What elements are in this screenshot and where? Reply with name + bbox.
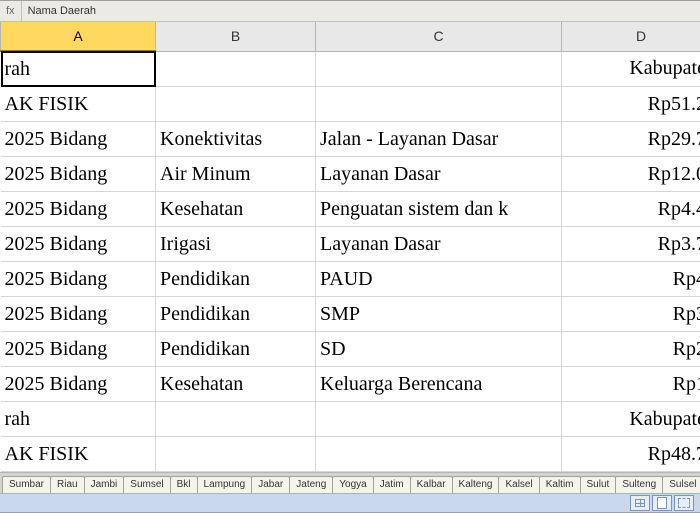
- sheet-tab[interactable]: Sulut: [580, 476, 617, 493]
- cell-A[interactable]: rah: [1, 51, 156, 87]
- sheet-tab[interactable]: Yogya: [332, 476, 373, 493]
- cell-A[interactable]: 2025 Bidang: [1, 122, 156, 157]
- column-header-row: A B C D: [1, 22, 700, 51]
- cell-B[interactable]: Pendidikan: [156, 332, 316, 367]
- table-row: 2025 BidangKesehatanPenguatan sistem dan…: [1, 192, 700, 227]
- cell-B[interactable]: Kesehatan: [156, 367, 316, 402]
- cell-C[interactable]: [316, 402, 562, 437]
- table-row: 2025 BidangKonektivitasJalan - Layanan D…: [1, 122, 700, 157]
- table-row: 2025 BidangAir MinumLayanan DasarRp12.04: [1, 157, 700, 192]
- page-break-view-icon[interactable]: [674, 495, 694, 511]
- sheet-tab[interactable]: Kalbar: [410, 476, 453, 493]
- cell-C[interactable]: Penguatan sistem dan k: [316, 192, 562, 227]
- cell-C[interactable]: Jalan - Layanan Dasar: [316, 122, 562, 157]
- table-row: 2025 BidangIrigasiLayanan DasarRp3.79: [1, 227, 700, 262]
- table-row: 2025 BidangKesehatanKeluarga BerencanaRp…: [1, 367, 700, 402]
- cell-C[interactable]: PAUD: [316, 262, 562, 297]
- cell-D[interactable]: Kabupaten: [562, 51, 700, 87]
- sheet-tab[interactable]: Jatim: [373, 476, 411, 493]
- sheet-tab[interactable]: Bkl: [170, 476, 198, 493]
- cell-D[interactable]: Rp29.75: [562, 122, 700, 157]
- cell-A[interactable]: rah: [1, 402, 156, 437]
- cell-D[interactable]: Rp3.79: [562, 227, 700, 262]
- sheet-tab[interactable]: Kaltim: [539, 476, 581, 493]
- window-frame: fx Nama Daerah A B C D rahKabupatenAK FI…: [0, 0, 700, 513]
- cell-B[interactable]: Irigasi: [156, 227, 316, 262]
- column-header-D[interactable]: D: [562, 22, 700, 51]
- cell-C[interactable]: SD: [316, 332, 562, 367]
- cell-D[interactable]: Rp46: [562, 262, 700, 297]
- cell-B[interactable]: [156, 87, 316, 122]
- cell-B[interactable]: Pendidikan: [156, 297, 316, 332]
- cell-C[interactable]: Layanan Dasar: [316, 227, 562, 262]
- cell-A[interactable]: AK FISIK: [1, 87, 156, 122]
- cell-C[interactable]: [316, 51, 562, 87]
- sheet-tab[interactable]: Jambi: [84, 476, 125, 493]
- cell-B[interactable]: [156, 437, 316, 472]
- table-row: 2025 BidangPendidikanSDRp26: [1, 332, 700, 367]
- cell-C[interactable]: Layanan Dasar: [316, 157, 562, 192]
- formula-content[interactable]: Nama Daerah: [22, 5, 96, 17]
- sheet-tab[interactable]: Sulsel: [662, 476, 700, 493]
- cell-B[interactable]: Air Minum: [156, 157, 316, 192]
- page-layout-view-icon[interactable]: [652, 495, 672, 511]
- column-header-A[interactable]: A: [1, 22, 156, 51]
- formula-bar: fx Nama Daerah: [0, 1, 700, 22]
- column-header-C[interactable]: C: [316, 22, 562, 51]
- cell-D[interactable]: Kabupaten: [562, 402, 700, 437]
- sheet-tab[interactable]: Sumsel: [123, 476, 170, 493]
- cell-A[interactable]: 2025 Bidang: [1, 192, 156, 227]
- sheet-tab[interactable]: Sumbar: [2, 476, 51, 493]
- spreadsheet-grid[interactable]: A B C D rah Kabupaten AK FISIK Rp51.24 2025…: [0, 22, 700, 472]
- cell-B[interactable]: Konektivitas: [156, 122, 316, 157]
- table-row: 2025 BidangPendidikanSMPRp30: [1, 297, 700, 332]
- table-row: AK FISIK Rp48.73: [1, 437, 700, 472]
- cell-B[interactable]: Pendidikan: [156, 262, 316, 297]
- table-row: AK FISIK Rp51.24: [1, 87, 700, 122]
- cell-C[interactable]: SMP: [316, 297, 562, 332]
- fx-icon[interactable]: fx: [0, 1, 22, 21]
- table-row: 2025 BidangPendidikanPAUDRp46: [1, 262, 700, 297]
- normal-view-icon[interactable]: [630, 495, 650, 511]
- sheet-tab[interactable]: Jabar: [251, 476, 290, 493]
- cell-D[interactable]: Rp26: [562, 332, 700, 367]
- cell-D[interactable]: Rp4.48: [562, 192, 700, 227]
- cell-D[interactable]: Rp30: [562, 297, 700, 332]
- cell-A[interactable]: 2025 Bidang: [1, 367, 156, 402]
- sheet-tab[interactable]: Riau: [50, 476, 85, 493]
- status-bar: [0, 493, 700, 512]
- cell-B[interactable]: [156, 402, 316, 437]
- table-row: rah Kabupaten: [1, 402, 700, 437]
- cell-B[interactable]: [156, 51, 316, 87]
- sheet-tab[interactable]: Lampung: [197, 476, 253, 493]
- cell-D[interactable]: Rp51.24: [562, 87, 700, 122]
- sheet-tab[interactable]: Kalteng: [452, 476, 500, 493]
- cell-A[interactable]: AK FISIK: [1, 437, 156, 472]
- cell-A[interactable]: 2025 Bidang: [1, 262, 156, 297]
- table-row: rah Kabupaten: [1, 51, 700, 87]
- cell-D[interactable]: Rp12.04: [562, 157, 700, 192]
- cell-A[interactable]: 2025 Bidang: [1, 157, 156, 192]
- cell-B[interactable]: Kesehatan: [156, 192, 316, 227]
- column-header-B[interactable]: B: [156, 22, 316, 51]
- cell-C[interactable]: Keluarga Berencana: [316, 367, 562, 402]
- cell-A[interactable]: 2025 Bidang: [1, 332, 156, 367]
- cell-D[interactable]: Rp48.73: [562, 437, 700, 472]
- sheet-tab-bar: SumbarRiauJambiSumselBklLampungJabarJate…: [0, 472, 700, 493]
- cell-A[interactable]: 2025 Bidang: [1, 227, 156, 262]
- cell-C[interactable]: [316, 437, 562, 472]
- cell-A[interactable]: 2025 Bidang: [1, 297, 156, 332]
- sheet-tab[interactable]: Jateng: [289, 476, 333, 493]
- sheet-tab[interactable]: Kalsel: [498, 476, 539, 493]
- cell-C[interactable]: [316, 87, 562, 122]
- sheet-tab[interactable]: Sulteng: [615, 476, 663, 493]
- cell-D[interactable]: Rp12: [562, 367, 700, 402]
